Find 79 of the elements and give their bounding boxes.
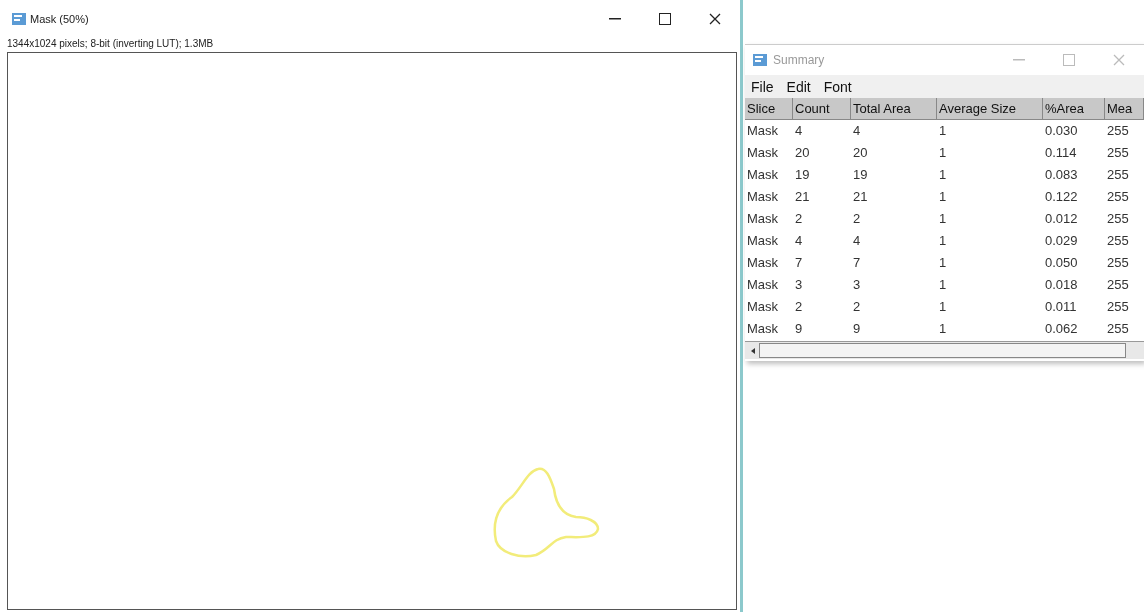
table-cell-text: Mask	[746, 188, 780, 206]
table-cell-text: 7	[852, 254, 862, 272]
table-cell-text: 255	[1106, 122, 1130, 140]
scroll-left-icon[interactable]	[749, 346, 757, 355]
app-icon	[12, 13, 26, 25]
maximize-icon[interactable]	[659, 13, 671, 25]
table-cell-text: 255	[1106, 232, 1130, 250]
table-cell-text: 3	[794, 276, 804, 294]
table-cell-text: 0.050	[1044, 254, 1079, 272]
table-cell-text: Mask	[746, 122, 780, 140]
table-cell-text: 2	[852, 210, 862, 228]
table-cell-text: 21	[852, 188, 869, 206]
table-cell-text: Mask	[746, 166, 780, 184]
table-cell-text: 1	[938, 210, 948, 228]
table-cell-text: 1	[938, 276, 948, 294]
table-cell-text: 1	[938, 144, 948, 162]
column-header[interactable]: Slice	[745, 98, 793, 120]
window-title: Summary	[773, 53, 826, 67]
table-cell-text: 255	[1106, 276, 1130, 294]
table-cell-text: 255	[1106, 188, 1130, 206]
table-cell-text: 19	[852, 166, 869, 184]
window-title: Mask (50%)	[30, 13, 90, 25]
table-cell-text: 4	[794, 232, 804, 250]
minimize-icon[interactable]	[609, 18, 621, 20]
table-cell-text: 19	[794, 166, 811, 184]
table-cell-text: 9	[794, 320, 804, 338]
table-cell-text: 0.122	[1044, 188, 1079, 206]
menu-item[interactable]: Font	[823, 78, 852, 95]
table-cell-text: 255	[1106, 210, 1130, 228]
menu-item[interactable]: File	[751, 78, 774, 95]
table-cell-text: 1	[938, 298, 948, 316]
column-header[interactable]: Average Size	[937, 98, 1043, 120]
horizontal-scrollbar[interactable]	[745, 341, 1144, 359]
table-cell-text: 2	[794, 298, 804, 316]
table-cell-text: 1	[938, 166, 948, 184]
table-cell-text: Mask	[746, 298, 780, 316]
table-cell-text: 7	[794, 254, 804, 272]
table-cell-text: 1	[938, 320, 948, 338]
table-cell-text: 1	[938, 232, 948, 250]
table-cell-text: 0.114	[1044, 144, 1078, 162]
table-cell-text: 1	[938, 122, 948, 140]
table-cell-text: 0.062	[1044, 320, 1079, 338]
table-cell-text: 21	[794, 188, 811, 206]
table-cell-text: 4	[852, 232, 862, 250]
menu-item[interactable]: Edit	[786, 78, 811, 95]
table-cell-text: Mask	[746, 210, 780, 228]
table-cell-text: Mask	[746, 276, 780, 294]
table-cell-text: 2	[794, 210, 804, 228]
table-cell-text: 4	[794, 122, 804, 140]
table-cell-text: Mask	[746, 144, 780, 162]
table-cell-text: 0.029	[1044, 232, 1079, 250]
close-icon[interactable]	[709, 13, 721, 25]
table-cell-text: Mask	[746, 320, 780, 338]
table-cell-text: 4	[852, 122, 862, 140]
table-cell-text: 0.012	[1044, 210, 1079, 228]
table-cell-text: 0.018	[1044, 276, 1079, 294]
column-header[interactable]: Mea	[1105, 98, 1144, 120]
table-cell-text: 255	[1106, 144, 1130, 162]
table-cell-text: 255	[1106, 320, 1130, 338]
column-header[interactable]: %Area	[1043, 98, 1105, 120]
table-cell-text: 3	[852, 276, 862, 294]
table-cell-text: 2	[852, 298, 862, 316]
column-header[interactable]: Count	[793, 98, 851, 120]
table-cell-text: Mask	[746, 254, 780, 272]
column-header[interactable]: Total Area	[851, 98, 937, 120]
table-cell-text: 20	[852, 144, 869, 162]
table-cell-text: 255	[1106, 298, 1130, 316]
table-cell-text: Mask	[746, 232, 780, 250]
table-cell-text: 0.011	[1044, 298, 1078, 316]
table-cell-text: 255	[1106, 166, 1130, 184]
table-cell-text: 9	[852, 320, 862, 338]
table-cell-text: 20	[794, 144, 811, 162]
table-cell-text: 255	[1106, 254, 1130, 272]
table-cell-text: 0.083	[1044, 166, 1079, 184]
table-cell-text: 0.030	[1044, 122, 1079, 140]
image-info: 1344x1024 pixels; 8-bit (inverting LUT); 1.3MB	[6, 38, 215, 51]
app-icon	[753, 54, 767, 66]
table-cell-text: 1	[938, 188, 948, 206]
table-cell-text: 1	[938, 254, 948, 272]
